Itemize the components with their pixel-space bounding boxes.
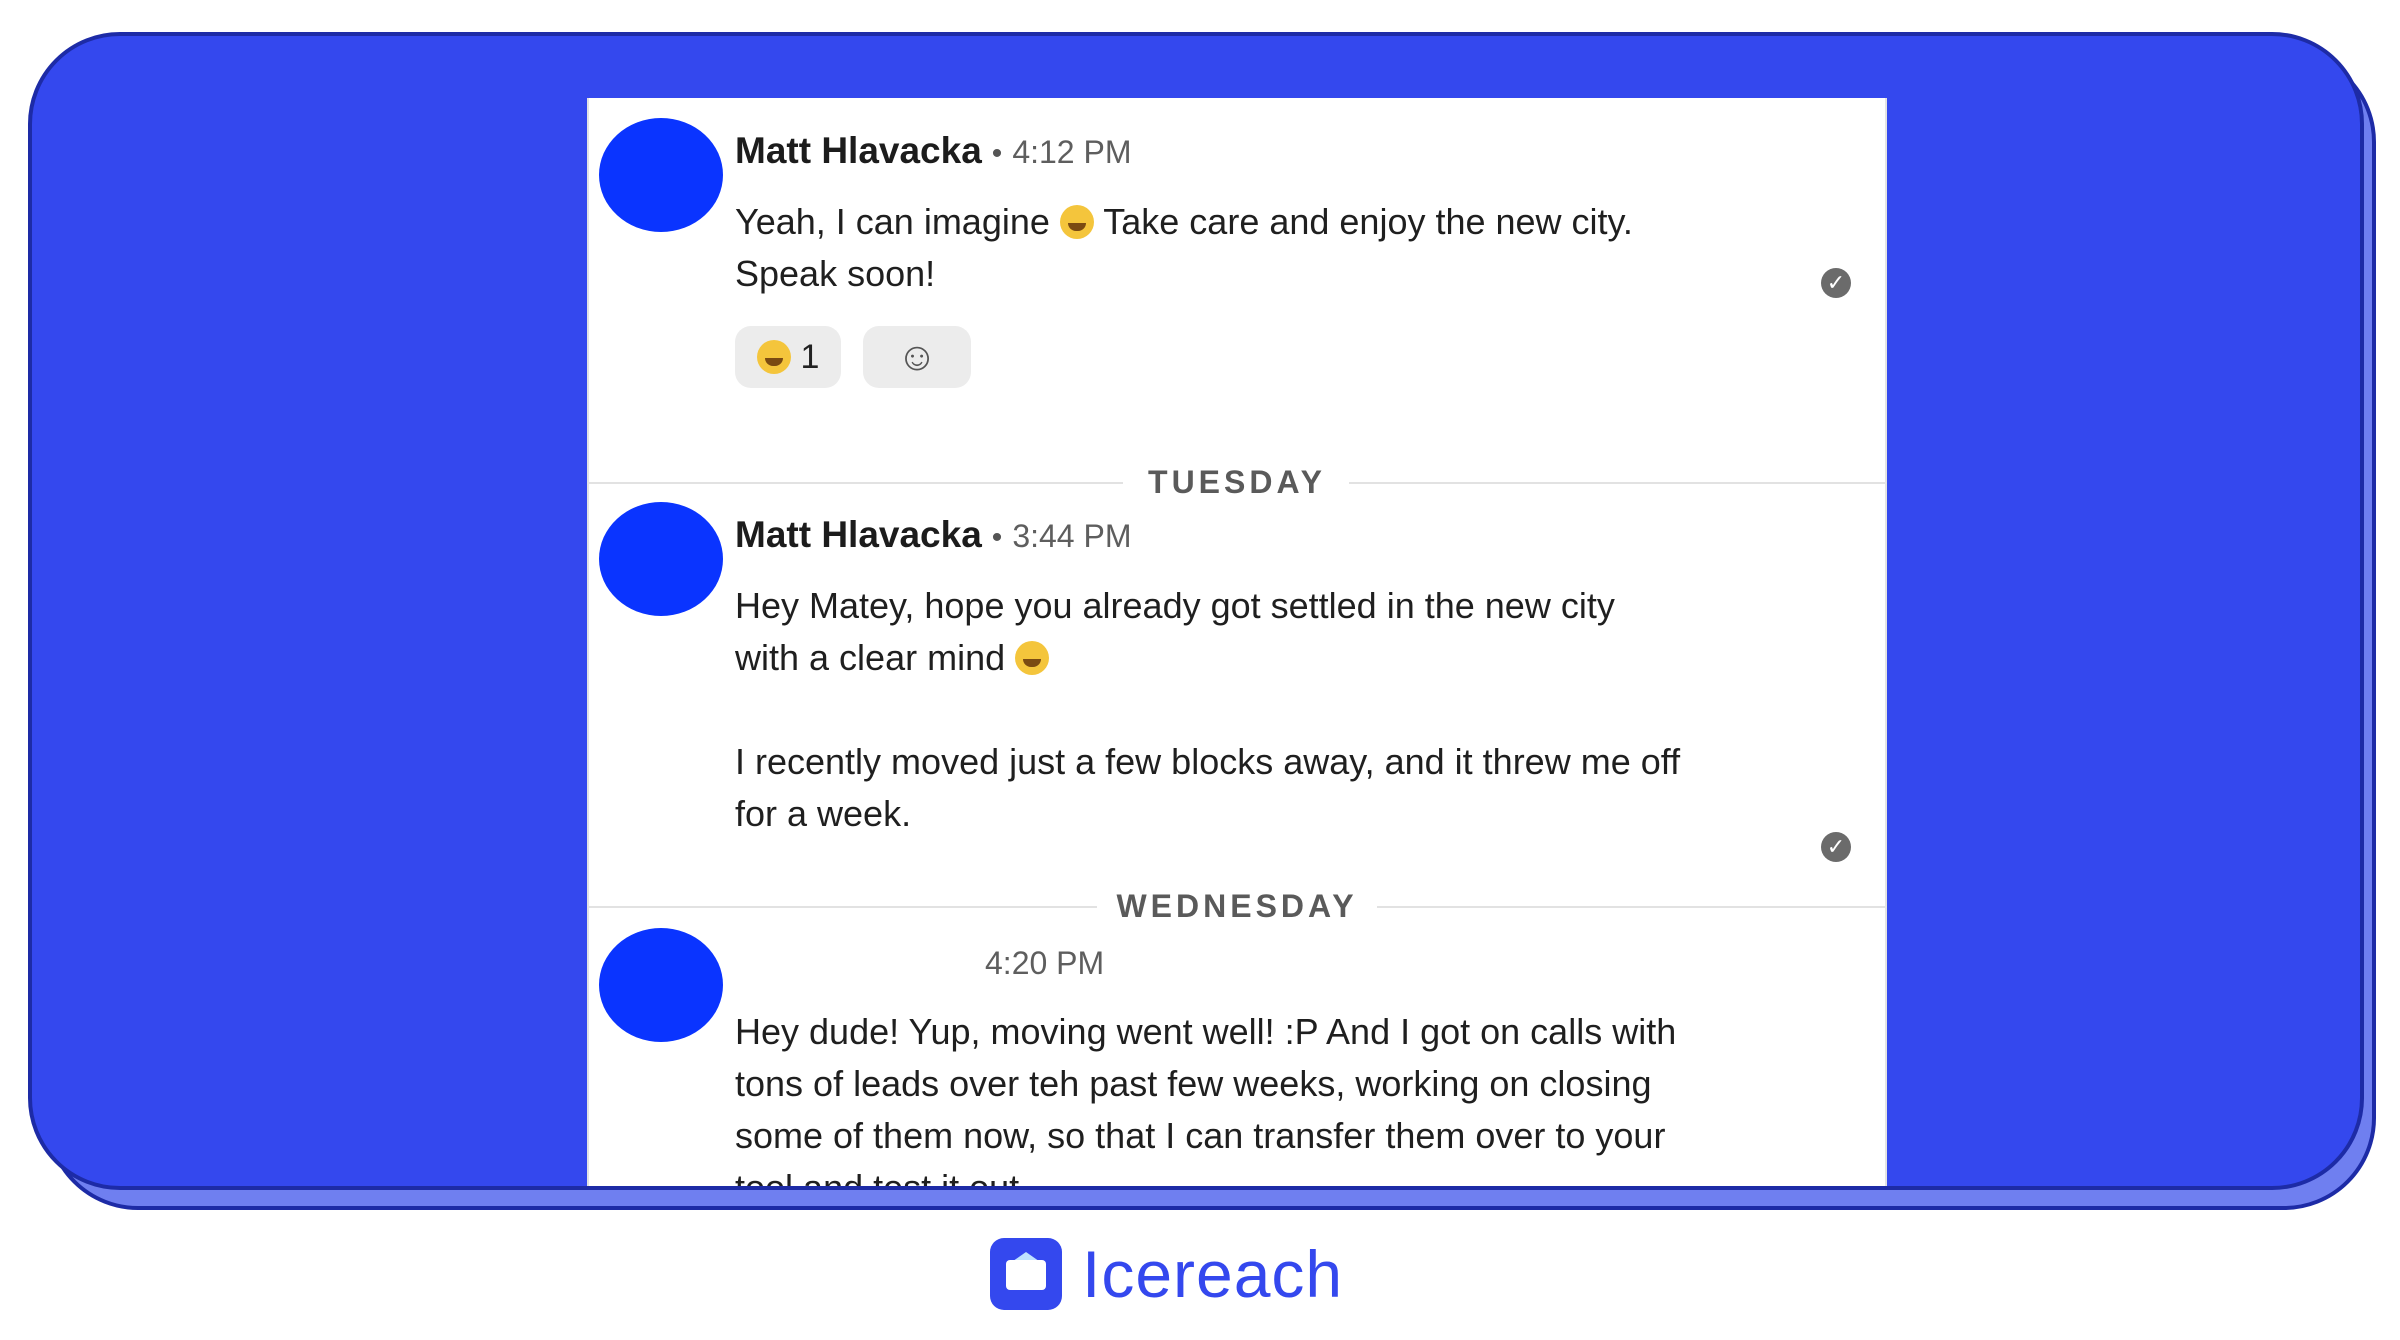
divider-label: WEDNESDAY	[1116, 888, 1358, 924]
message-item: Matt Hlavacka • 3:44 PM Hey Matey, hope …	[589, 498, 1885, 898]
read-check-icon: ✓	[1821, 268, 1851, 298]
grinning-emoji-icon	[756, 340, 791, 374]
date-divider: WEDNESDAY	[589, 886, 1885, 926]
message-time: 4:20 PM	[985, 945, 1105, 981]
message-header: 4:20 PM	[735, 940, 1104, 982]
sender-name[interactable]: Matt Hlavacka	[735, 130, 982, 172]
message-header: Matt Hlavacka • 3:44 PM	[735, 514, 1131, 556]
avatar[interactable]	[599, 118, 723, 232]
screenshot-frame: Matt Hlavacka • 4:12 PM Yeah, I can imag…	[28, 32, 2364, 1190]
read-check-icon: ✓	[1821, 832, 1851, 862]
message-text-part: Hey Matey, hope you already got settled …	[735, 585, 1615, 678]
logo-envelope	[1006, 1260, 1046, 1290]
brand-name: Icereach	[1082, 1237, 1344, 1311]
message-item: Matt Hlavacka • 4:12 PM Yeah, I can imag…	[589, 98, 1885, 438]
add-reaction-button[interactable]: ☺	[863, 326, 971, 388]
date-divider: TUESDAY	[589, 462, 1885, 502]
reaction-count: 1	[800, 337, 820, 376]
message-text: Hey Matey, hope you already got settled …	[735, 580, 1735, 840]
avatar[interactable]	[599, 502, 723, 616]
sender-name[interactable]	[735, 940, 985, 974]
separator-dot: •	[991, 137, 1003, 170]
message-header: Matt Hlavacka • 4:12 PM	[735, 130, 1131, 172]
grinning-sweat-emoji-icon	[1059, 205, 1094, 239]
separator-dot: •	[991, 521, 1003, 554]
message-time: 3:44 PM	[1012, 518, 1132, 554]
message-text: Yeah, I can imagine Take care and enjoy …	[735, 196, 1735, 300]
envelope-logo-icon	[990, 1238, 1062, 1310]
reaction-button[interactable]: 1	[735, 326, 841, 388]
message-text-part: I recently moved just a few blocks away,…	[735, 741, 1681, 834]
message-item: 4:20 PM Hey dude! Yup, moving went well!…	[589, 924, 1885, 1190]
grinning-emoji-icon	[1015, 641, 1050, 675]
brand-logo: Icereach	[990, 1236, 1343, 1312]
conversation-panel: Matt Hlavacka • 4:12 PM Yeah, I can imag…	[587, 98, 1887, 1190]
message-text: Hey dude! Yup, moving went well! :P And …	[735, 1011, 1677, 1190]
sender-name[interactable]: Matt Hlavacka	[735, 514, 982, 556]
divider-label: TUESDAY	[1148, 464, 1326, 500]
avatar[interactable]	[599, 928, 723, 1042]
add-reaction-icon: ☺	[896, 334, 938, 379]
message-time: 4:12 PM	[1012, 134, 1132, 170]
message-text-part: Yeah, I can imagine	[735, 201, 1060, 242]
